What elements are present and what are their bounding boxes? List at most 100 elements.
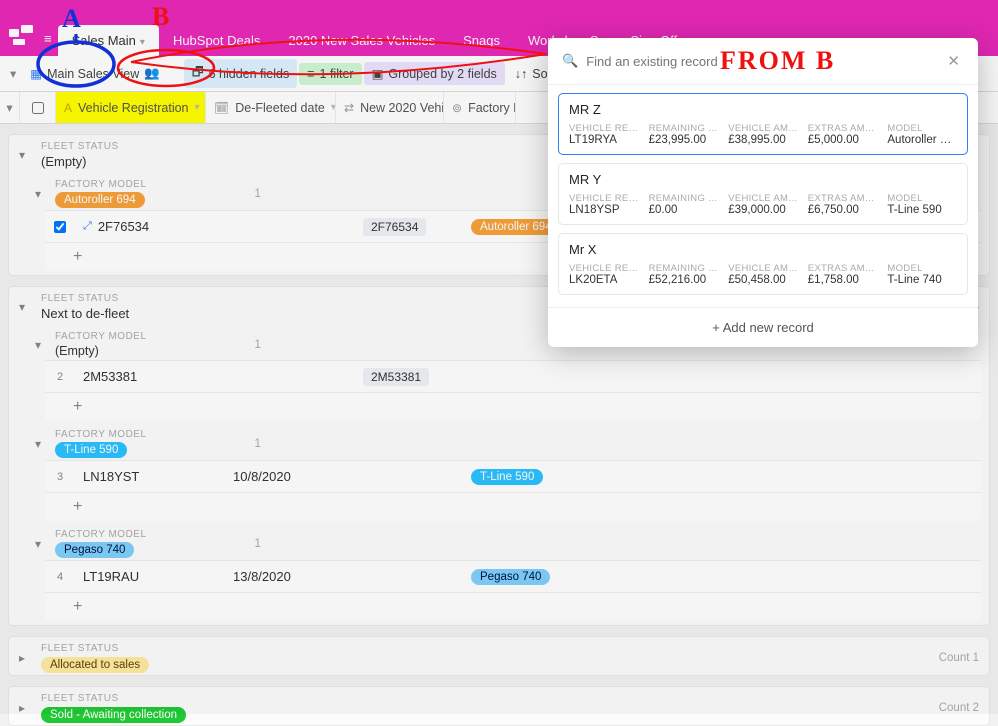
add-row-button[interactable]: + [45, 393, 981, 421]
col-defleeted-date[interactable]: 🗓 De-Fleeted date ▾ [206, 92, 336, 123]
group-button[interactable]: ▣ Grouped by 2 fields [364, 62, 505, 85]
cell-vehicle-registration[interactable]: 2M53381 [75, 369, 225, 384]
hidden-fields-button[interactable]: 🗗 6 hidden fields [184, 59, 297, 88]
grid-icon: ▦ [30, 66, 42, 81]
record-title: Mr X [569, 242, 957, 257]
record-option[interactable]: MR Z VEHICLE REGISTRATIONLT19RYA REMAINI… [558, 93, 968, 155]
table-row[interactable]: 3 LN18YST 10/8/2020 T-Line 590 [45, 461, 981, 493]
subgroup-value: Pegaso 740 [55, 542, 147, 558]
menu-icon[interactable]: ≡ [44, 31, 52, 46]
tab-label: HubSpot Deals [173, 33, 260, 48]
subgroup-caret[interactable]: ▾ [35, 187, 47, 201]
chevron-down-icon: ▾ [195, 102, 200, 113]
people-icon: 👥 [144, 66, 160, 81]
eye-off-icon: 🗗 [192, 63, 204, 84]
subgroup-caret[interactable]: ▾ [35, 338, 47, 352]
select-all-checkbox[interactable] [20, 92, 56, 123]
view-name[interactable]: ▦ Main Sales View 👥 [22, 62, 168, 85]
close-icon[interactable]: ✕ [943, 50, 964, 72]
view-switcher-caret[interactable]: ▾ [6, 66, 20, 81]
tab-sales-main[interactable]: Sales Main▾ [58, 25, 159, 56]
group-value: Allocated to sales [41, 656, 149, 673]
record-option[interactable]: Mr X VEHICLE REGISTRATIONLK20ETA REMAINI… [558, 233, 968, 295]
cell-new-2020[interactable]: 2F76534 [355, 218, 463, 236]
subgroup-field-label: FACTORY MODEL [55, 331, 147, 342]
col-factory-model[interactable]: ⊚ Factory Model [444, 92, 516, 123]
group-value: (Empty) [41, 154, 119, 169]
group-caret[interactable]: ▸ [19, 701, 31, 715]
group-caret[interactable]: ▾ [19, 148, 31, 162]
subgroup-field-label: FACTORY MODEL [55, 179, 147, 190]
col-label: Vehicle Registration [78, 101, 188, 115]
col-label: De-Fleeted date [235, 101, 325, 115]
tab-label: 2020 New Sales Vehicles [288, 33, 435, 48]
cell-new-2020[interactable]: 2M53381 [355, 368, 463, 386]
group-icon: ▣ [372, 66, 384, 81]
base-icon[interactable] [6, 20, 36, 50]
text-field-icon: A [64, 101, 72, 115]
record-option[interactable]: MR Y VEHICLE REGISTRATIONLN18YSP REMAINI… [558, 163, 968, 225]
group-count: Count 2 [939, 702, 979, 714]
table-row[interactable]: 2 2M53381 2M53381 [45, 361, 981, 393]
col-label: New 2020 Vehicles [360, 101, 444, 115]
subgroup-value: T-Line 590 [55, 442, 147, 458]
row-number [45, 221, 75, 233]
group-value: Sold - Awaiting collection [41, 706, 186, 723]
filter-icon: ≡ [307, 67, 314, 81]
row-number: 4 [45, 571, 75, 583]
group-field-label: FLEET STATUS [41, 643, 149, 654]
group-value: Next to de-fleet [41, 306, 129, 321]
table-row[interactable]: 4 LT19RAU 13/8/2020 Pegaso 740 [45, 561, 981, 593]
record-title: MR Y [569, 172, 957, 187]
expand-record-icon[interactable]: ⤢ [83, 220, 92, 233]
cell-defleeted-date[interactable]: 10/8/2020 [225, 469, 355, 484]
cell-vehicle-registration[interactable]: LT19RAU [75, 569, 225, 584]
col-vehicle-registration[interactable]: A Vehicle Registration ▾ [56, 92, 206, 123]
group-field-label: FLEET STATUS [41, 693, 186, 704]
cell-vehicle-registration[interactable]: ⤢2F76534 [75, 219, 225, 234]
record-title: MR Z [569, 102, 957, 117]
filter-button[interactable]: ≡ 1 filter [299, 63, 361, 85]
tab-hubspot-deals[interactable]: HubSpot Deals [159, 25, 274, 56]
search-icon: 🔍 [562, 53, 578, 69]
popup-search-row: 🔍 ✕ [548, 38, 978, 85]
lookup-field-icon: ⊚ [452, 101, 462, 115]
group-field-label: FLEET STATUS [41, 293, 129, 304]
col-label: Factory Model [468, 101, 516, 115]
group-count: Count 1 [939, 652, 979, 664]
tab-snags[interactable]: Snags [449, 25, 514, 56]
group-caret[interactable]: ▾ [19, 300, 31, 314]
hidden-fields-label: 6 hidden fields [209, 67, 290, 81]
subgroup-caret[interactable]: ▾ [35, 537, 47, 551]
subgroup-field-label: FACTORY MODEL [55, 529, 147, 540]
record-search-input[interactable] [586, 54, 935, 69]
row-number: 3 [45, 471, 75, 483]
subgroup-count: 1 [255, 438, 261, 450]
subgroup-count: 1 [255, 538, 261, 550]
group-caret[interactable]: ▸ [19, 651, 31, 665]
subgroup-value: Autoroller 694 [55, 192, 147, 208]
row-number: 2 [45, 371, 75, 383]
link-field-icon: ⇄ [344, 101, 354, 115]
expand-group-header[interactable]: ▾ [0, 92, 20, 123]
col-new-2020-vehicles[interactable]: ⇄ New 2020 Vehicles ▾ [336, 92, 444, 123]
record-list: MR Z VEHICLE REGISTRATIONLT19RYA REMAINI… [548, 85, 978, 307]
add-row-button[interactable]: + [45, 493, 981, 521]
add-row-button[interactable]: + [45, 593, 981, 621]
subgroup-count: 1 [255, 188, 261, 200]
subgroup-caret[interactable]: ▾ [35, 437, 47, 451]
subgroup-field-label: FACTORY MODEL [55, 429, 147, 440]
chevron-down-icon: ▾ [140, 37, 145, 48]
subgroup-count: 1 [255, 339, 261, 351]
add-new-record-button[interactable]: + Add new record [548, 307, 978, 347]
cell-factory-model[interactable]: Pegaso 740 [463, 569, 563, 585]
tab-2020-new-sales[interactable]: 2020 New Sales Vehicles [274, 25, 449, 56]
date-field-icon: 🗓 [214, 101, 229, 115]
record-picker-popup: 🔍 ✕ MR Z VEHICLE REGISTRATIONLT19RYA REM… [548, 38, 978, 347]
cell-vehicle-registration[interactable]: LN18YST [75, 469, 225, 484]
cell-defleeted-date[interactable]: 13/8/2020 [225, 569, 355, 584]
filter-label: 1 filter [320, 67, 354, 81]
tab-label: Snags [463, 33, 500, 48]
cell-factory-model[interactable]: T-Line 590 [463, 469, 563, 485]
group-label: Grouped by 2 fields [388, 67, 496, 81]
